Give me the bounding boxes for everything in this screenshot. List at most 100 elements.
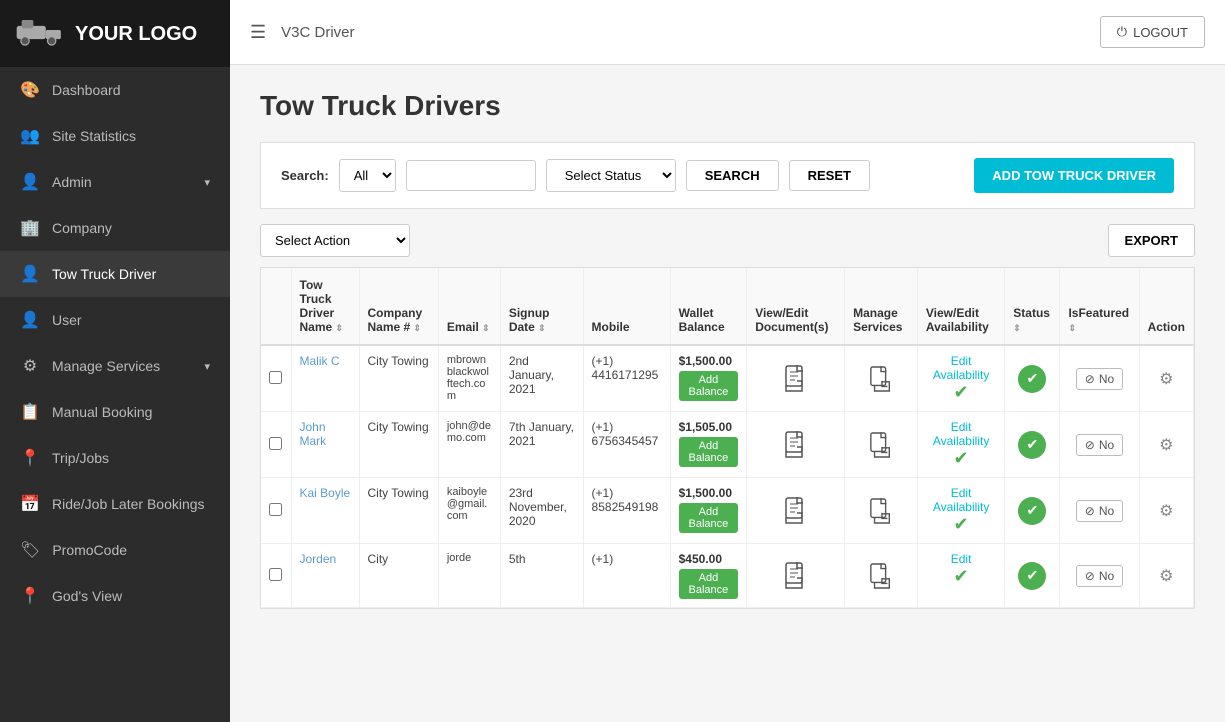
view-doc-icon-1[interactable] (755, 365, 836, 393)
row-checkbox-4[interactable] (269, 568, 282, 581)
search-bar: Search: All Select Status SEARCH RESET A… (260, 142, 1195, 209)
sidebar-item-promo-code[interactable]: 🏷 PromoCode (0, 527, 230, 573)
status-circle-2[interactable]: ✔ (1018, 431, 1046, 459)
search-input[interactable] (406, 160, 536, 191)
driver-name-link-1[interactable]: Malik C (300, 354, 340, 368)
action-gear-icon-2[interactable]: ⚙ (1148, 435, 1185, 455)
row-email-3: kaiboyle@gmail.com (438, 478, 500, 544)
sidebar-label-ride-later: Ride/Job Later Bookings (52, 496, 205, 512)
driver-name-link-3[interactable]: Kai Boyle (300, 486, 351, 500)
row-checkbox-cell (261, 478, 291, 544)
row-wallet-1: $1,500.00 Add Balance (670, 345, 747, 412)
featured-badge-3[interactable]: ⊘ No (1076, 500, 1123, 522)
sidebar-item-manual-booking[interactable]: 📋 Manual Booking (0, 389, 230, 435)
row-wallet-3: $1,500.00 Add Balance (670, 478, 747, 544)
search-button[interactable]: SEARCH (686, 160, 779, 191)
featured-badge-1[interactable]: ⊘ No (1076, 368, 1123, 390)
header-mobile: Mobile (583, 268, 670, 345)
admin-icon: 👤 (20, 172, 40, 192)
sort-icon-company[interactable]: ⇕ (414, 323, 422, 333)
edit-availability-link-2[interactable]: Edit Availability (926, 420, 996, 448)
edit-availability-link-4[interactable]: Edit (926, 552, 996, 566)
row-featured-2: ⊘ No (1060, 412, 1139, 478)
add-balance-button-4[interactable]: Add Balance (679, 569, 739, 599)
row-view-doc-3 (747, 478, 845, 544)
reset-button[interactable]: RESET (789, 160, 870, 191)
edit-availability-link-3[interactable]: Edit Availability (926, 486, 996, 514)
sort-icon-email[interactable]: ⇕ (482, 323, 490, 333)
sidebar-label-trip-jobs: Trip/Jobs (52, 450, 109, 466)
add-balance-button-1[interactable]: Add Balance (679, 371, 739, 401)
action-gear-icon-4[interactable]: ⚙ (1148, 566, 1185, 586)
header-checkbox (261, 268, 291, 345)
row-checkbox-2[interactable] (269, 437, 282, 450)
status-select[interactable]: Select Status (546, 159, 676, 192)
sidebar-item-user[interactable]: 👤 User (0, 297, 230, 343)
sidebar-item-trip-jobs[interactable]: 📍 Trip/Jobs (0, 435, 230, 481)
sort-icon-name[interactable]: ⇕ (336, 323, 344, 333)
header-status: Status ⇕ (1005, 268, 1060, 345)
table-row: John Mark City Towing john@demo.com 7th … (261, 412, 1194, 478)
sort-icon-signup[interactable]: ⇕ (538, 323, 546, 333)
manage-services-doc-icon-2[interactable] (853, 431, 909, 459)
trip-jobs-icon: 📍 (20, 448, 40, 468)
sidebar-item-dashboard[interactable]: 🎨 Dashboard (0, 67, 230, 113)
sidebar-item-ride-later[interactable]: 📅 Ride/Job Later Bookings (0, 481, 230, 527)
add-balance-button-2[interactable]: Add Balance (679, 437, 739, 467)
topbar: ☰ V3C Driver ⏻ LOGOUT (230, 0, 1225, 65)
row-manage-services-3 (845, 478, 918, 544)
table-row: Jorden City jorde 5th (+1) $450.00 Add B… (261, 544, 1194, 608)
header-manage-services: Manage Services (845, 268, 918, 345)
row-checkbox-3[interactable] (269, 503, 282, 516)
select-action-dropdown[interactable]: Select Action (260, 224, 410, 257)
sidebar-item-manage-services[interactable]: ⚙ Manage Services ▾ (0, 343, 230, 389)
featured-badge-2[interactable]: ⊘ No (1076, 434, 1123, 456)
row-avail-4: Edit ✔ (917, 544, 1004, 608)
status-circle-4[interactable]: ✔ (1018, 562, 1046, 590)
row-checkbox-1[interactable] (269, 371, 282, 384)
ride-later-icon: 📅 (20, 494, 40, 514)
row-avail-2: Edit Availability ✔ (917, 412, 1004, 478)
row-action-1: ⚙ (1139, 345, 1193, 412)
view-doc-icon-3[interactable] (755, 497, 836, 525)
sidebar-item-site-statistics[interactable]: 👥 Site Statistics (0, 113, 230, 159)
topbar-title: V3C Driver (281, 24, 354, 41)
sidebar-item-tow-truck-driver[interactable]: 👤 Tow Truck Driver (0, 251, 230, 297)
add-balance-button-3[interactable]: Add Balance (679, 503, 739, 533)
status-circle-1[interactable]: ✔ (1018, 365, 1046, 393)
power-icon: ⏻ (1117, 24, 1127, 40)
company-icon: 🏢 (20, 218, 40, 238)
row-signup-2: 7th January, 2021 (500, 412, 583, 478)
manual-booking-icon: 📋 (20, 402, 40, 422)
sidebar-item-admin[interactable]: 👤 Admin ▾ (0, 159, 230, 205)
row-signup-3: 23rd November, 2020 (500, 478, 583, 544)
logo-text: YOUR LOGO (75, 23, 197, 45)
view-doc-icon-4[interactable] (755, 562, 836, 590)
row-action-2: ⚙ (1139, 412, 1193, 478)
status-circle-3[interactable]: ✔ (1018, 497, 1046, 525)
row-action-3: ⚙ (1139, 478, 1193, 544)
table-row: Malik C City Towing mbrownblackwolftech.… (261, 345, 1194, 412)
search-category-select[interactable]: All (339, 159, 396, 192)
driver-name-link-2[interactable]: John Mark (300, 420, 327, 448)
driver-name-link-4[interactable]: Jorden (300, 552, 337, 566)
manage-services-doc-icon-1[interactable] (853, 365, 909, 393)
sidebar-item-company[interactable]: 🏢 Company (0, 205, 230, 251)
add-tow-truck-driver-button[interactable]: ADD TOW TRUCK DRIVER (974, 158, 1174, 193)
edit-availability-link-1[interactable]: Edit Availability (926, 354, 996, 382)
sort-icon-featured[interactable]: ⇕ (1068, 323, 1076, 333)
row-featured-3: ⊘ No (1060, 478, 1139, 544)
row-mobile-2: (+1) 6756345457 (583, 412, 670, 478)
sort-icon-status[interactable]: ⇕ (1013, 323, 1021, 333)
row-status-2: ✔ (1005, 412, 1060, 478)
hamburger-menu-icon[interactable]: ☰ (250, 22, 266, 43)
view-doc-icon-2[interactable] (755, 431, 836, 459)
sidebar-item-gods-view[interactable]: 📍 God's View (0, 573, 230, 619)
manage-services-doc-icon-3[interactable] (853, 497, 909, 525)
logout-button[interactable]: ⏻ LOGOUT (1100, 16, 1205, 48)
action-gear-icon-1[interactable]: ⚙ (1148, 369, 1185, 389)
manage-services-doc-icon-4[interactable] (853, 562, 909, 590)
action-gear-icon-3[interactable]: ⚙ (1148, 501, 1185, 521)
featured-badge-4[interactable]: ⊘ No (1076, 565, 1123, 587)
export-button[interactable]: EXPORT (1108, 224, 1195, 257)
